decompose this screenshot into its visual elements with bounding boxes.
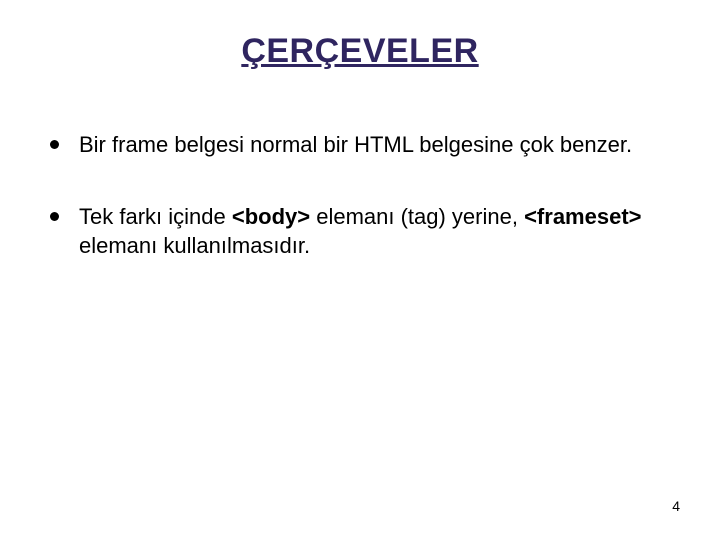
- text-segment: Bir frame belgesi normal bir HTML belges…: [79, 132, 632, 157]
- slide-title: ÇERÇEVELER: [0, 32, 720, 71]
- content-area: Bir frame belgesi normal bir HTML belges…: [50, 130, 660, 303]
- page-number: 4: [672, 498, 680, 514]
- bullet-text: Bir frame belgesi normal bir HTML belges…: [79, 130, 660, 160]
- text-segment: Tek farkı içinde: [79, 204, 232, 229]
- bullet-icon: [50, 140, 59, 149]
- text-segment: elemanı kullanılmasıdır.: [79, 233, 310, 258]
- bullet-icon: [50, 212, 59, 221]
- list-item: Bir frame belgesi normal bir HTML belges…: [50, 130, 660, 160]
- bullet-text: Tek farkı içinde <body> elemanı (tag) ye…: [79, 202, 660, 261]
- bold-tag: <body>: [232, 204, 310, 229]
- text-segment: elemanı (tag) yerine,: [310, 204, 524, 229]
- list-item: Tek farkı içinde <body> elemanı (tag) ye…: [50, 202, 660, 261]
- bold-tag: <frameset>: [524, 204, 641, 229]
